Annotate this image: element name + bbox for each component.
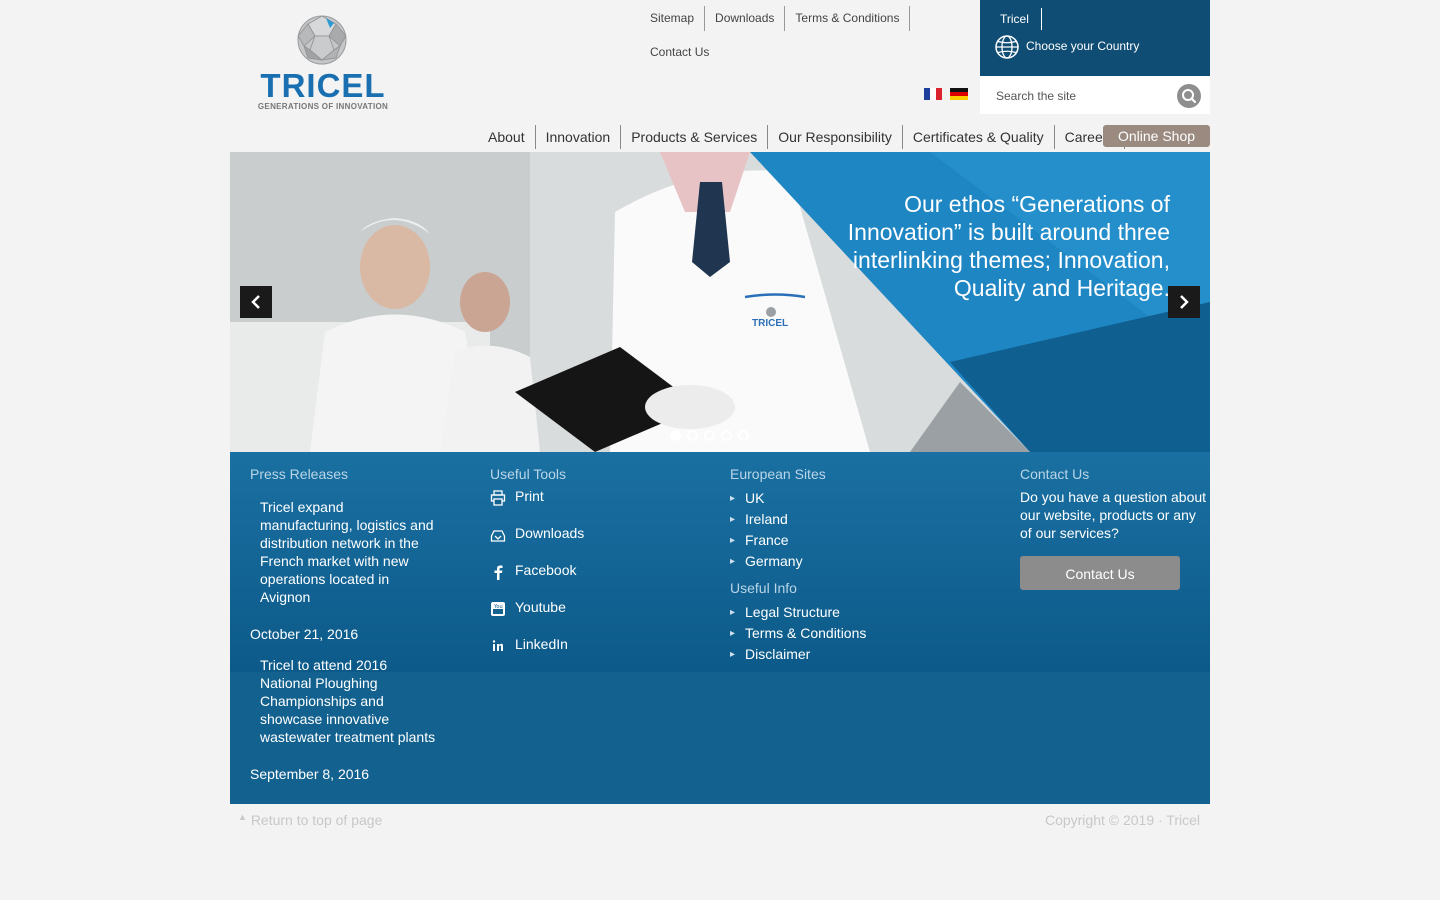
press-heading: Press Releases	[250, 466, 349, 482]
utility-links: Sitemap Downloads Terms & Conditions Conta…	[640, 6, 940, 65]
slider-dots	[670, 428, 755, 446]
disclaimer-link[interactable]: Disclaimer	[730, 644, 970, 665]
press-item-title[interactable]: Tricel expand manufacturing, logistics a…	[260, 498, 440, 606]
contact-us-link[interactable]: Contact Us	[640, 40, 719, 65]
facebook-icon	[494, 565, 503, 580]
globe-icon	[995, 35, 1019, 59]
language-flags	[924, 88, 976, 106]
flag-de-icon[interactable]	[950, 88, 968, 100]
flag-fr-icon[interactable]	[924, 88, 942, 100]
search-box	[980, 76, 1210, 114]
useful-tools: Useful Tools Print Downloads Facebook Yo…	[490, 464, 690, 671]
linkedin-link[interactable]: LinkedIn	[490, 634, 690, 671]
logo-wordmark: TRICEL	[260, 67, 386, 104]
nav-about[interactable]: About	[478, 125, 536, 149]
slider-dot-4[interactable]	[721, 430, 732, 441]
logo-tagline: GENERATIONS OF INNOVATION	[257, 102, 389, 111]
search-button[interactable]	[1177, 84, 1201, 108]
site-logo[interactable]: TRICEL GENERATIONS OF INNOVATION	[238, 12, 408, 112]
youtube-icon: You	[491, 602, 505, 616]
slider-dot-2[interactable]	[687, 430, 698, 441]
print-icon	[490, 490, 506, 506]
chevron-left-icon	[251, 295, 260, 309]
downloads-tool-link[interactable]: Downloads	[490, 523, 690, 560]
download-icon	[490, 530, 506, 542]
slider-prev-button[interactable]	[240, 286, 272, 318]
nav-certificates-quality[interactable]: Certificates & Quality	[903, 125, 1055, 149]
downloads-link[interactable]: Downloads	[705, 6, 786, 31]
press-releases: Press Releases Tricel expand manufacturi…	[250, 464, 450, 782]
press-item-date: October 21, 2016	[250, 626, 359, 642]
linkedin-label: LinkedIn	[515, 636, 568, 652]
slider-dot-3[interactable]	[704, 430, 715, 441]
footer: Press Releases Tricel expand manufacturi…	[230, 452, 1210, 804]
slider-dot-1[interactable]	[670, 430, 681, 441]
search-input[interactable]	[994, 85, 1168, 107]
caret-up-icon: ▲	[238, 812, 247, 822]
tools-heading: Useful Tools	[490, 466, 567, 482]
country-tab-tricel[interactable]: Tricel	[1000, 8, 1042, 30]
copyright-text: Copyright © 2019 · Tricel	[1044, 812, 1200, 828]
contact-heading: Contact Us	[1020, 466, 1090, 482]
press-item-title[interactable]: Tricel to attend 2016 National Ploughing…	[260, 656, 440, 746]
european-sites-heading: European Sites	[730, 466, 826, 482]
contact-text: Do you have a question about our website…	[1020, 489, 1207, 541]
globe-logo-icon	[297, 15, 347, 65]
youtube-link[interactable]: You Youtube	[490, 597, 690, 634]
return-to-top-link[interactable]: ▲ Return to top of page	[238, 812, 382, 828]
country-panel: Tricel Choose your Country	[980, 0, 1210, 76]
main-nav: About Innovation Products & Services Our Re…	[478, 125, 1210, 149]
footer-terms-link[interactable]: Terms & Conditions	[730, 623, 970, 644]
page: TRICEL GENERATIONS OF INNOVATION Sitemap…	[230, 0, 1210, 900]
press-item-date: September 8, 2016	[250, 766, 370, 782]
contact-section: Contact Us Do you have a question about …	[1020, 464, 1210, 590]
terms-link[interactable]: Terms & Conditions	[785, 6, 911, 31]
site-france-link[interactable]: France	[730, 530, 970, 551]
european-sites: European Sites UK Ireland France Germany…	[730, 464, 970, 665]
site-ireland-link[interactable]: Ireland	[730, 509, 970, 530]
return-to-top-label: Return to top of page	[250, 812, 383, 828]
tools-list: Print Downloads Facebook You Youtube Lin…	[490, 486, 690, 671]
hero-caption: Our ethos “Generations of Innovation” is…	[847, 191, 1170, 301]
hero-slider: TRICEL Our ethos “Generations of Innovat…	[230, 152, 1210, 452]
search-icon	[1182, 89, 1197, 104]
useful-info-heading: Useful Info	[730, 580, 797, 596]
european-sites-list: UK Ireland France Germany	[730, 488, 970, 572]
coat-logo-text: TRICEL	[752, 318, 789, 329]
slider-dot-5[interactable]	[738, 430, 749, 441]
nav-our-responsibility[interactable]: Our Responsibility	[768, 125, 903, 149]
chevron-right-icon	[1180, 295, 1189, 309]
facebook-link[interactable]: Facebook	[490, 560, 690, 597]
online-shop-button[interactable]: Online Shop	[1103, 125, 1210, 147]
site-germany-link[interactable]: Germany	[730, 551, 970, 572]
youtube-label: Youtube	[515, 599, 566, 615]
facebook-label: Facebook	[515, 562, 577, 578]
slider-next-button[interactable]	[1168, 286, 1200, 318]
utility-links-row-1: Sitemap Downloads Terms & Conditions	[640, 6, 940, 31]
linkedin-icon	[492, 640, 503, 651]
print-link[interactable]: Print	[490, 486, 690, 523]
utility-links-row-2: Contact Us	[640, 40, 940, 65]
nav-innovation[interactable]: Innovation	[536, 125, 622, 149]
legal-structure-link[interactable]: Legal Structure	[730, 602, 970, 623]
choose-country-link[interactable]: Choose your Country	[1026, 39, 1139, 53]
print-label: Print	[515, 488, 544, 504]
contact-us-button[interactable]: Contact Us	[1020, 556, 1180, 590]
site-uk-link[interactable]: UK	[730, 488, 970, 509]
nav-products-services[interactable]: Products & Services	[621, 125, 769, 149]
svg-text:You: You	[493, 604, 503, 610]
useful-info-list: Legal Structure Terms & Conditions Discl…	[730, 602, 970, 665]
sitemap-link[interactable]: Sitemap	[640, 6, 706, 31]
downloads-label: Downloads	[515, 525, 585, 541]
